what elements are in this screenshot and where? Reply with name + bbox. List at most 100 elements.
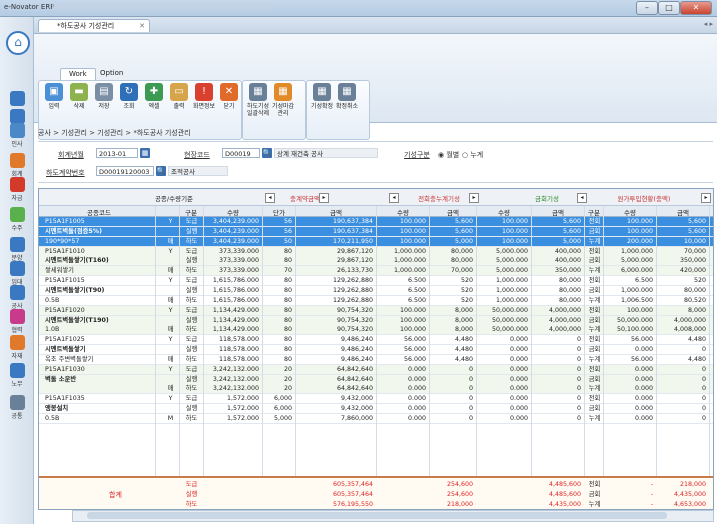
table-row[interactable]: 시멘트벽돌쌓기(T190) 실행 1,134,429.000 80 90,754,320… [39, 315, 713, 326]
table-row[interactable]: P15A1F1010 Y 도급 373,339.000 80 29,867,120 1,00… [39, 246, 713, 257]
table-row[interactable]: 시멘트벽돌쌓기(T90) 실행 1,615,786.000 80 129,262,880… [39, 286, 713, 296]
site-code-input[interactable]: D00019 [222, 148, 260, 158]
cell-flag: 매 [167, 385, 174, 393]
ribbon-button-0[interactable]: ▣ 입력 [42, 83, 66, 110]
next-group-icon[interactable]: ▸ [319, 193, 329, 203]
nav-item-3[interactable]: 인사 [4, 123, 30, 148]
tab-scroll-icon[interactable]: ◂ ▸ [704, 20, 713, 28]
site-search-icon[interactable]: 🔍 [262, 148, 272, 158]
nav-item-10[interactable]: 협력 [4, 309, 30, 334]
ribbon-button-11[interactable]: ▦ 확정취소 [335, 83, 359, 110]
column-header-0[interactable]: 공종코드 [43, 207, 155, 217]
scroll-thumb[interactable] [87, 512, 667, 519]
table-row[interactable]: P15A1F1035 Y 도급 1,572.000 6,000 9,432,000 0.00… [39, 394, 713, 405]
nav-item-12[interactable]: 노무 [4, 363, 30, 388]
ribbon-button-8[interactable]: ▦ 하도기성 일괄삭제 [246, 83, 270, 117]
column-header-9[interactable]: 금액 [532, 207, 584, 217]
table-row[interactable]: P15A1F1015 Y 도급 1,615,786.000 80 129,262,880 6… [39, 276, 713, 287]
column-header-6[interactable]: 수량 [377, 207, 429, 217]
ribbon-button-9[interactable]: ▦ 기성마감 관리 [271, 83, 295, 117]
column-header-11[interactable]: 수량 [604, 207, 656, 217]
table-row[interactable]: 벽돌 소운반 실행 3,242,132.000 20 64,842,640 0.000 0 0… [39, 374, 713, 385]
ribbon-button-4[interactable]: ✚ 엑셀 [142, 83, 166, 110]
ribbon-button-2[interactable]: ▤ 저장 [92, 83, 116, 110]
close-tab-icon[interactable]: ✕ [139, 20, 145, 32]
cell-pa: 0 [468, 405, 473, 413]
prev-group-icon[interactable]: ◂ [265, 193, 275, 203]
cell-pa: 80,000 [450, 257, 473, 265]
column-header-10[interactable]: 구분 [585, 207, 603, 217]
column-header-2[interactable]: 구분 [179, 207, 203, 217]
column-header-3[interactable]: 수량 [204, 207, 262, 217]
maximize-button[interactable]: □ [658, 1, 680, 15]
nav-item-5[interactable]: 자금 [4, 177, 30, 202]
horizontal-scrollbar[interactable] [72, 510, 714, 522]
ribbon-button-6[interactable]: ! 화면정보 [192, 83, 216, 110]
table-row[interactable]: 1.0B 매 하도 1,134,429.000 80 90,754,320 100.000 8… [39, 325, 713, 336]
column-header-7[interactable]: 금액 [430, 207, 476, 217]
total-amt: 576,195,550 [332, 501, 373, 508]
ribbon-button-7[interactable]: ✕ 닫기 [217, 83, 241, 110]
column-header-5[interactable]: 금액 [296, 207, 376, 217]
period-input[interactable]: 2013-01 [96, 148, 138, 158]
table-row[interactable]: 옥조 주변벽돌쌓기 매 하도 118,578.000 80 9,486,240 56.000… [39, 355, 713, 365]
nav-item-13[interactable]: 공통 [4, 395, 30, 420]
table-row[interactable]: P15A1F1005 Y 도급 3,404,239.000 56 190,637,384 1… [39, 217, 713, 227]
cell-flag: 매 [167, 267, 174, 275]
column-header-8[interactable]: 수량 [477, 207, 531, 217]
ribbon-button-3[interactable]: ↻ 조회 [117, 83, 141, 110]
ribbon-button-10[interactable]: ▦ 기성확정 [310, 83, 334, 110]
table-row[interactable]: P15A1F1020 Y 도급 1,134,429.000 80 90,754,320 10… [39, 305, 713, 316]
type-cumulative-radio[interactable]: ○ 누계 [462, 150, 483, 160]
ribbon-button-label: 저장 [98, 103, 110, 110]
column-header-12[interactable]: 금액 [657, 207, 709, 217]
total-k: 전회 [588, 481, 601, 488]
cell-pq: 0.000 [407, 385, 426, 393]
table-row[interactable]: 시멘트벽돌쌓기 실행 118,578.000 80 9,486,240 56.000 4,4… [39, 345, 713, 356]
nav-item-9[interactable]: 공사 [4, 285, 30, 310]
table-row[interactable]: 매 하도 3,242,132.000 20 64,842,640 0.000 0 0.000 0… [39, 384, 713, 395]
tab-subcontract-progress[interactable]: *하도공사 기성관리 ✕ [38, 19, 150, 32]
calendar-icon[interactable]: ▦ [140, 148, 150, 158]
nav-item-4[interactable]: 회계 [4, 153, 30, 178]
table-row[interactable]: 쌓세워쌓기 매 하도 373,339.000 70 26,133,730 1,000.000… [39, 266, 713, 277]
contract-search-icon[interactable]: 🔍 [156, 166, 166, 176]
cell-pq: 100.000 [399, 326, 426, 334]
prev-group-icon-3[interactable]: ◂ [577, 193, 587, 203]
ribbon-button-5[interactable]: ▭ 출력 [167, 83, 191, 110]
cell-cq: 5,000.000 [495, 267, 528, 275]
total-ka: 218,000 [679, 481, 706, 488]
cell-amt: 129,262,880 [332, 277, 373, 285]
minimize-button[interactable]: – [636, 1, 658, 15]
cell-pa: 8,000 [454, 326, 473, 334]
column-header-4[interactable]: 단가 [263, 207, 295, 217]
cell-amt: 64,842,640 [336, 385, 373, 393]
nav-item-1[interactable] [4, 91, 30, 106]
nav-item-8[interactable]: 임대 [4, 261, 30, 286]
contract-input[interactable]: D00019120003 [96, 166, 154, 176]
ribbon-tab-option[interactable]: Option [92, 68, 131, 79]
cell-cq: 0.000 [509, 336, 528, 344]
next-group-icon-2[interactable]: ▸ [469, 193, 479, 203]
nav-item-7[interactable]: 분양 [4, 237, 30, 262]
close-window-button[interactable]: ✕ [680, 1, 712, 15]
table-row[interactable]: 190*90*57 매 하도 3,404,239.000 50 170,211,950 10… [39, 236, 713, 247]
cell-code: P15A1F1010 [45, 247, 85, 255]
ribbon-button-1[interactable]: ▬ 삭제 [67, 83, 91, 110]
prev-group-icon-2[interactable]: ◂ [389, 193, 399, 203]
table-row[interactable]: 0.5B M 하도 1,572.000 5,000 7,860,000 0.000 0 0.00… [39, 414, 713, 424]
table-row[interactable]: P15A1F1025 Y 도급 118,578.000 80 9,486,240 56.00… [39, 335, 713, 346]
nav-item-6[interactable]: 수주 [4, 207, 30, 232]
nav-item-2[interactable] [4, 109, 30, 124]
table-row[interactable]: P15A1F1030 Y 도급 3,242,132.000 20 64,842,640 0.… [39, 364, 713, 375]
table-row[interactable]: 0.5B 매 하도 1,615,786.000 80 129,262,880 6.500 52… [39, 296, 713, 306]
table-row[interactable]: 앵봉설치 실행 1,572.000 6,000 9,432,000 0.000 0 0.000… [39, 404, 713, 415]
ribbon-tab-work[interactable]: Work [60, 68, 96, 80]
table-row[interactable]: 시멘트벽돌쌓기(T160) 실행 373,339.000 80 29,867,120 1,… [39, 256, 713, 267]
cell-k: 금회 [588, 375, 601, 383]
next-group-icon-3[interactable]: ▸ [701, 193, 711, 203]
table-row[interactable]: 시멘트벽돌(점증5%) 실행 3,404,239.000 56 190,637,384 1… [39, 226, 713, 237]
home-button[interactable]: ⌂ [6, 31, 30, 55]
nav-item-11[interactable]: 자재 [4, 335, 30, 360]
type-monthly-radio[interactable]: ◉ 월별 [438, 150, 459, 160]
